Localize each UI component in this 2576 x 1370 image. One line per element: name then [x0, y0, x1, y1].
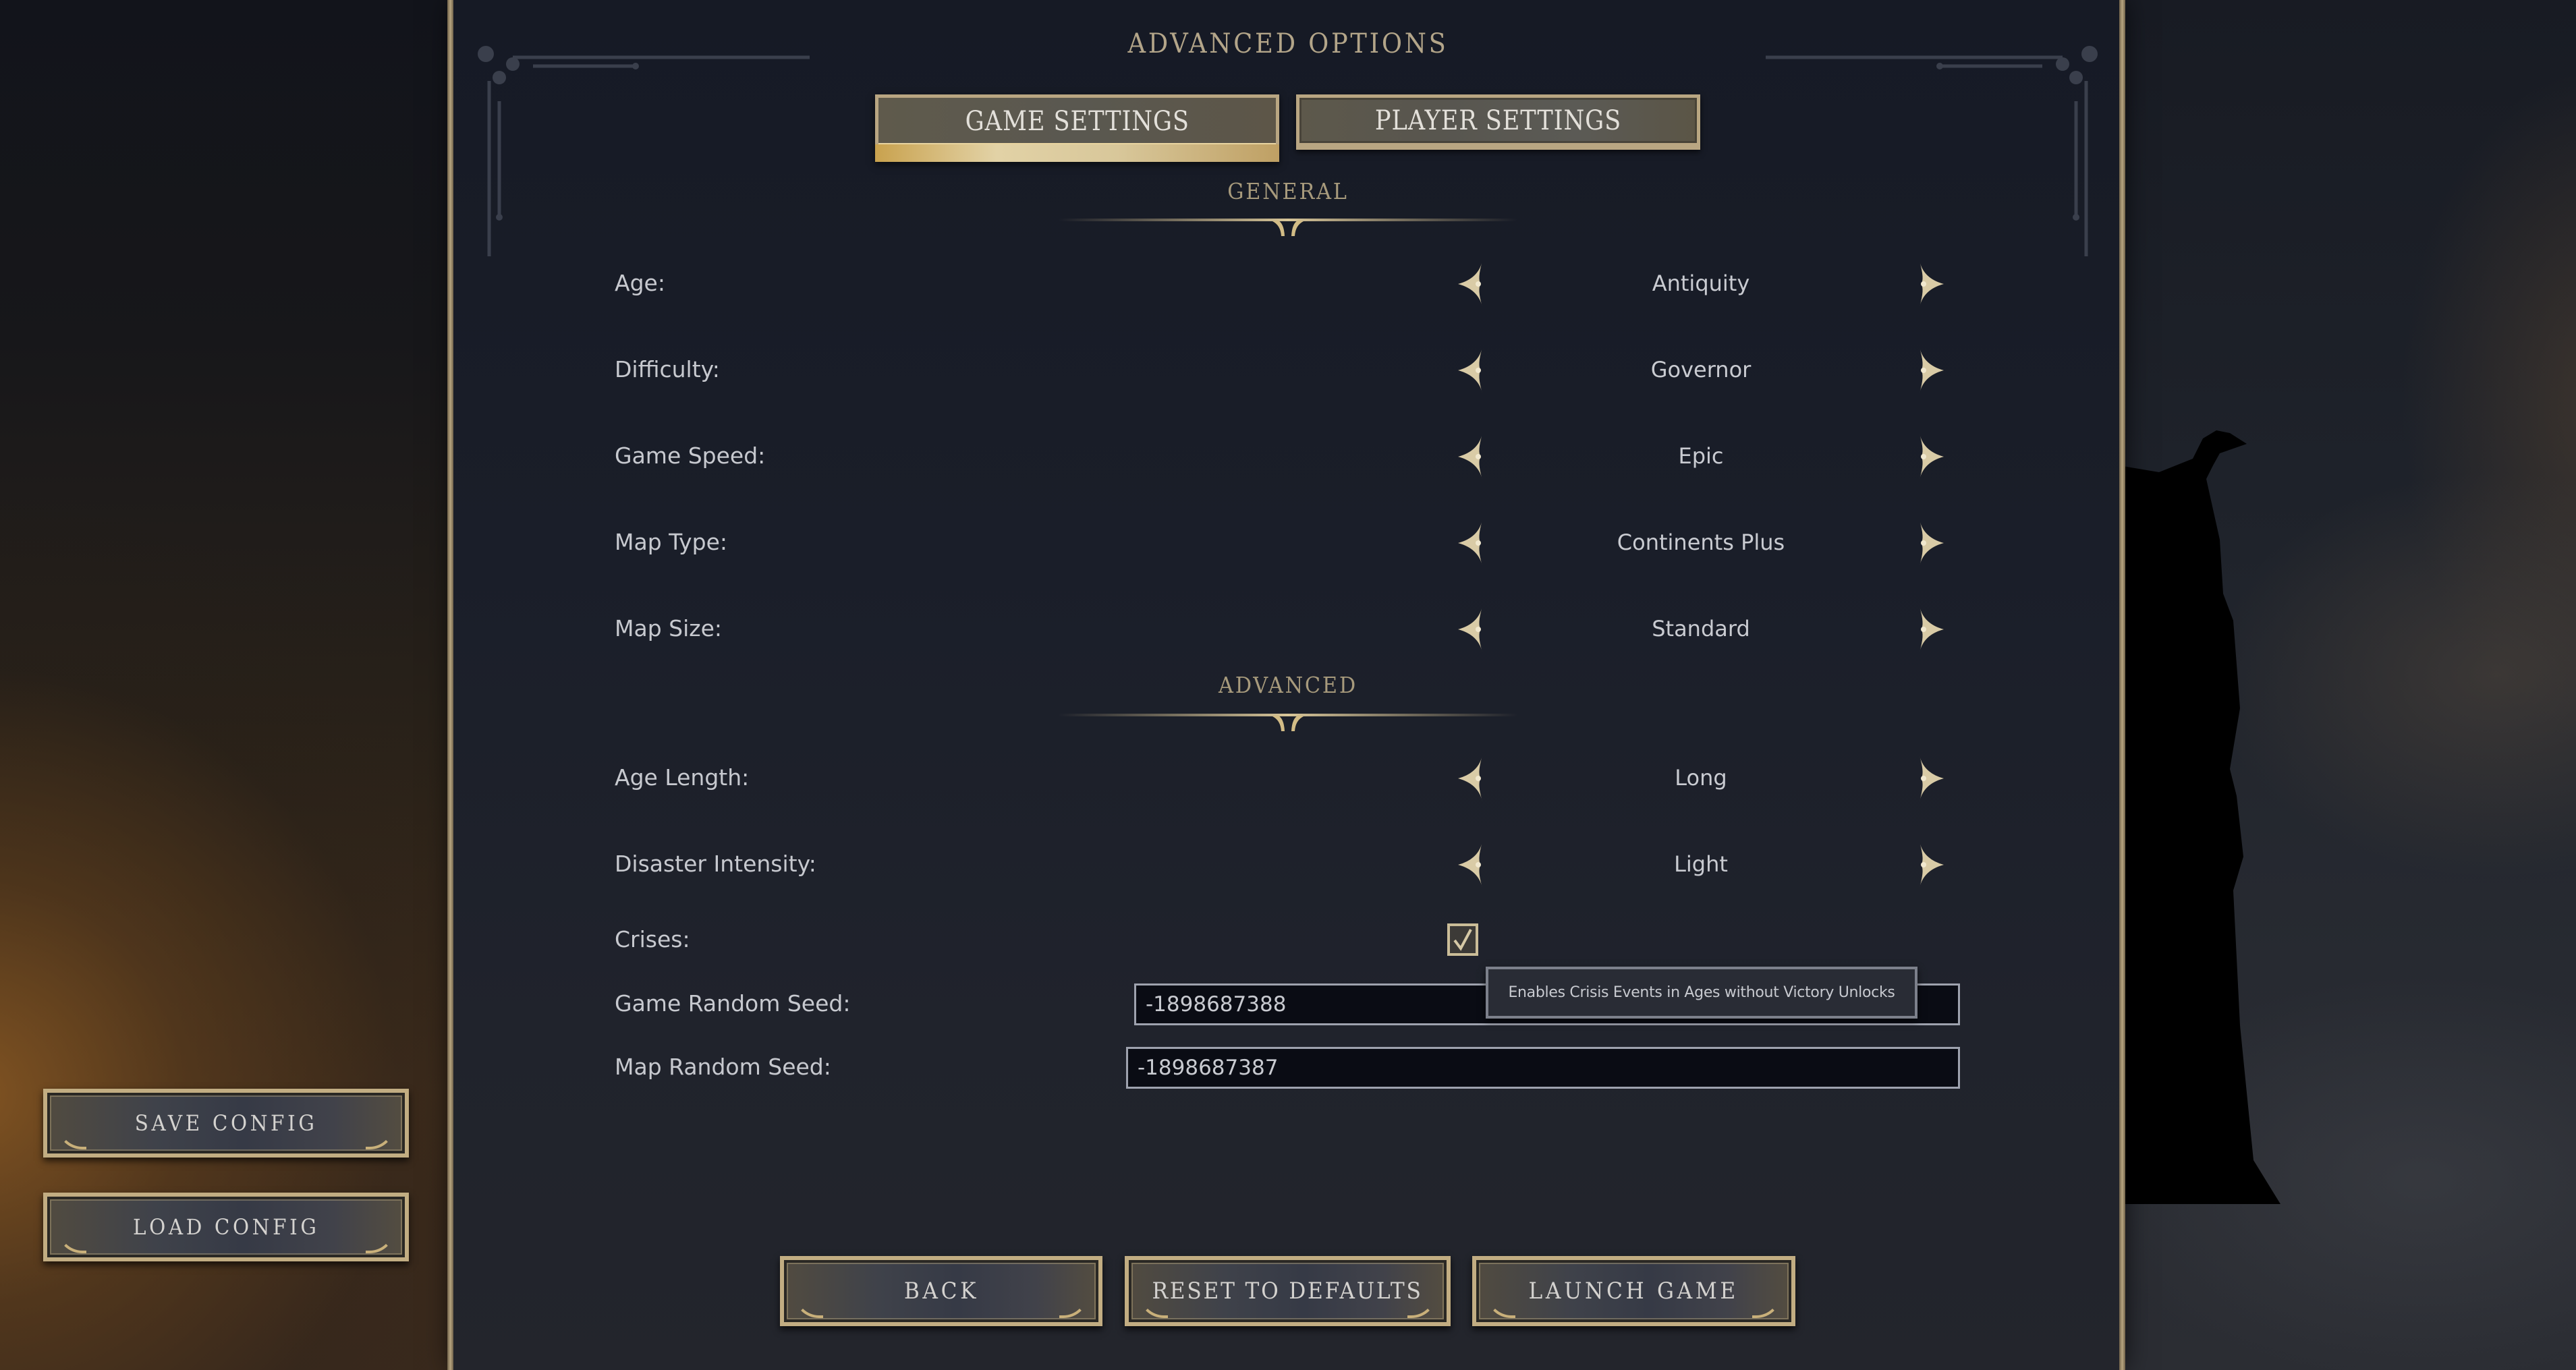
chevron-left-ornate-icon[interactable]	[1458, 520, 1490, 566]
panel-border-right	[2119, 0, 2125, 1370]
background-left-art	[0, 0, 459, 1370]
row-label: Map Size:	[615, 615, 722, 641]
row-label: Map Random Seed:	[615, 1054, 831, 1080]
chevron-left-ornate-icon[interactable]	[1458, 434, 1490, 480]
launch-game-button[interactable]: LAUNCH GAME	[1472, 1256, 1795, 1326]
button-label: LAUNCH GAME	[1528, 1278, 1739, 1305]
reset-to-defaults-button[interactable]: RESET TO DEFAULTS	[1125, 1256, 1451, 1326]
map-random-seed-input[interactable]	[1126, 1047, 1960, 1089]
row-value: Long	[1675, 765, 1727, 791]
save-config-button[interactable]: SAVE CONFIG	[43, 1089, 409, 1158]
back-button[interactable]: BACK	[780, 1256, 1102, 1326]
chevron-right-ornate-icon[interactable]	[1911, 261, 1944, 307]
button-label: LOAD CONFIG	[132, 1214, 320, 1240]
row-label: Game Speed:	[615, 443, 766, 469]
section-divider	[1058, 714, 1518, 731]
tab-game-settings[interactable]: GAME SETTINGS	[875, 94, 1279, 162]
chevron-right-ornate-icon[interactable]	[1911, 842, 1944, 888]
button-label: SAVE CONFIG	[134, 1110, 318, 1136]
chevron-right-ornate-icon[interactable]	[1911, 520, 1944, 566]
chevron-left-ornate-icon[interactable]	[1458, 842, 1490, 888]
row-label: Map Type:	[615, 529, 728, 555]
row-label: Disaster Intensity:	[615, 851, 816, 877]
page-title: ADVANCED OPTIONS	[1127, 28, 1449, 59]
chevron-right-ornate-icon[interactable]	[1911, 606, 1944, 652]
row-label: Age Length:	[615, 764, 750, 791]
load-config-button[interactable]: LOAD CONFIG	[43, 1193, 409, 1261]
figure-silhouette	[2119, 430, 2280, 1204]
row-value: Epic	[1678, 443, 1724, 469]
tab-player-settings[interactable]: PLAYER SETTINGS	[1296, 94, 1700, 150]
button-label: BACK	[903, 1278, 979, 1305]
section-title-general: GENERAL	[1227, 178, 1349, 204]
checkmark-icon	[1453, 929, 1472, 951]
chevron-right-ornate-icon[interactable]	[1911, 755, 1944, 801]
tab-label: PLAYER SETTINGS	[1374, 105, 1622, 136]
row-label: Difficulty:	[615, 356, 720, 382]
row-value: Antiquity	[1652, 270, 1750, 296]
crises-checkbox[interactable]	[1447, 923, 1478, 956]
row-value: Governor	[1650, 357, 1752, 382]
row-value: Continents Plus	[1617, 530, 1785, 555]
chevron-right-ornate-icon[interactable]	[1911, 347, 1944, 393]
crises-tooltip: Enables Crisis Events in Ages without Vi…	[1486, 967, 1917, 1019]
chevron-left-ornate-icon[interactable]	[1458, 347, 1490, 393]
section-divider	[1058, 219, 1518, 236]
row-label: Crises:	[615, 926, 690, 952]
corner-ornament-icon	[1766, 46, 2098, 256]
corner-ornament-icon	[478, 46, 810, 256]
row-label: Game Random Seed:	[615, 990, 851, 1017]
chevron-left-ornate-icon[interactable]	[1458, 261, 1490, 307]
row-value: Standard	[1652, 616, 1750, 641]
button-label: RESET TO DEFAULTS	[1152, 1278, 1424, 1305]
chevron-left-ornate-icon[interactable]	[1458, 755, 1490, 801]
chevron-left-ornate-icon[interactable]	[1458, 606, 1490, 652]
tab-label: GAME SETTINGS	[965, 105, 1189, 137]
row-value: Light	[1674, 851, 1728, 877]
chevron-right-ornate-icon[interactable]	[1911, 434, 1944, 480]
section-title-advanced: ADVANCED	[1219, 672, 1357, 698]
tooltip-text: Enables Crisis Events in Ages without Vi…	[1508, 984, 1895, 1001]
row-label: Age:	[615, 270, 665, 296]
panel-border-left	[447, 0, 453, 1370]
